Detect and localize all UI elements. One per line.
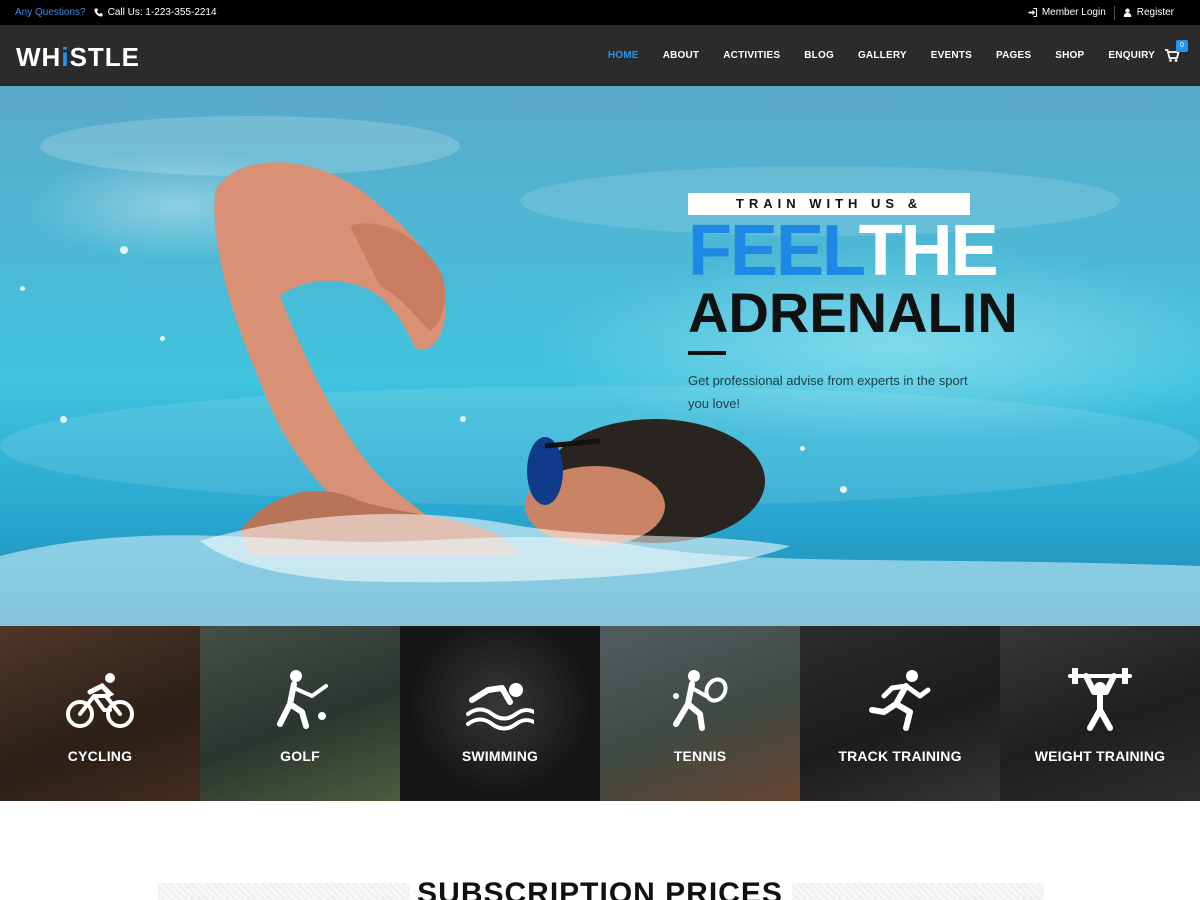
logo-text-suffix: STLE — [69, 42, 141, 72]
logo-text-dot: i — [61, 42, 70, 72]
phone-icon — [94, 8, 103, 17]
running-icon — [869, 670, 931, 731]
activity-tile-swimming[interactable]: SWIMMING — [400, 626, 600, 801]
activity-label: GOLF — [280, 748, 320, 764]
activity-tile-weight-training[interactable]: WEIGHT TRAINING — [1000, 626, 1200, 801]
nav-item-home[interactable]: HOME — [608, 50, 639, 61]
water-droplet — [800, 446, 805, 451]
sign-in-icon — [1028, 8, 1037, 17]
swimming-icon — [466, 683, 534, 731]
nav-item-enquiry[interactable]: ENQUIRY — [1108, 50, 1155, 61]
activity-label: SWIMMING — [461, 748, 539, 764]
top-bar-left: Any Questions? Call Us: 1-223-355-2214 — [15, 0, 217, 25]
main-navbar: WHiSTLE HOME ABOUT ACTIVITIES BLOG GALLE… — [0, 25, 1200, 86]
any-questions-link[interactable]: Any Questions? — [15, 7, 86, 18]
water-droplet — [460, 416, 466, 422]
activity-tile-track-training[interactable]: TRACK TRAINING — [800, 626, 1000, 801]
nav-item-pages[interactable]: PAGES — [996, 50, 1031, 61]
water-droplet — [20, 286, 25, 291]
subscription-section: SUBSCRIPTION PRICES — [0, 801, 1200, 900]
tennis-icon — [673, 670, 728, 731]
golf-icon — [277, 670, 328, 729]
activity-tile-tennis[interactable]: TENNIS — [600, 626, 800, 801]
hero-banner: TRAIN WITH US & FEELTHE ADRENALIN Get pr… — [0, 86, 1200, 626]
nav-item-about[interactable]: ABOUT — [663, 50, 700, 61]
water-droplet — [840, 486, 847, 493]
phone-number: Call Us: 1-223-355-2214 — [107, 7, 217, 18]
main-menu: HOME ABOUT ACTIVITIES BLOG GALLERY EVENT… — [584, 25, 1155, 86]
hero-divider — [688, 351, 726, 355]
activity-label: TRACK TRAINING — [838, 748, 962, 764]
hero-headline-feel: FEEL — [688, 211, 861, 291]
user-icon — [1123, 8, 1132, 17]
activity-label: CYCLING — [67, 748, 133, 764]
activity-tile-cycling[interactable]: CYCLING — [0, 626, 200, 801]
logo-text-prefix: WH — [16, 42, 62, 72]
hero-headline: FEELTHE — [688, 215, 1018, 287]
register-link[interactable]: Register — [1115, 7, 1182, 18]
nav-item-blog[interactable]: BLOG — [804, 50, 834, 61]
weightlifting-icon — [1068, 668, 1132, 731]
hero-subtitle: Get professional advise from experts in … — [688, 373, 968, 411]
hero-text-block: TRAIN WITH US & FEELTHE ADRENALIN Get pr… — [688, 193, 1018, 415]
swimmer-image — [0, 162, 1200, 626]
top-bar-right: Member Login Register — [1020, 0, 1182, 25]
nav-item-events[interactable]: EVENTS — [931, 50, 972, 61]
hero-headline-the: THE — [858, 211, 999, 291]
subscription-title: SUBSCRIPTION PRICES — [417, 877, 783, 900]
water-droplet — [120, 246, 128, 254]
nav-item-shop[interactable]: SHOP — [1055, 50, 1084, 61]
water-droplet — [160, 336, 165, 341]
cart-count-badge: 0 — [1176, 40, 1188, 52]
activity-label: WEIGHT TRAINING — [1034, 748, 1166, 764]
cycling-icon — [66, 673, 134, 728]
hero-headline-adrenalin: ADRENALIN — [688, 281, 1018, 344]
phone-contact[interactable]: Call Us: 1-223-355-2214 — [94, 7, 217, 18]
nav-item-activities[interactable]: ACTIVITIES — [723, 50, 780, 61]
activity-label: TENNIS — [673, 748, 727, 764]
member-login-label: Member Login — [1041, 7, 1106, 18]
top-bar: Any Questions? Call Us: 1-223-355-2214 M… — [0, 0, 1200, 25]
activity-tile-golf[interactable]: GOLF — [200, 626, 400, 801]
register-label: Register — [1136, 7, 1174, 18]
member-login-link[interactable]: Member Login — [1020, 7, 1114, 18]
activities-strip: CYCLING GOLF SWIMMING TENNIS TRACK TRAIN… — [0, 626, 1200, 801]
site-logo[interactable]: WHiSTLE — [16, 42, 140, 73]
nav-item-gallery[interactable]: GALLERY — [858, 50, 907, 61]
water-droplet — [60, 416, 67, 423]
